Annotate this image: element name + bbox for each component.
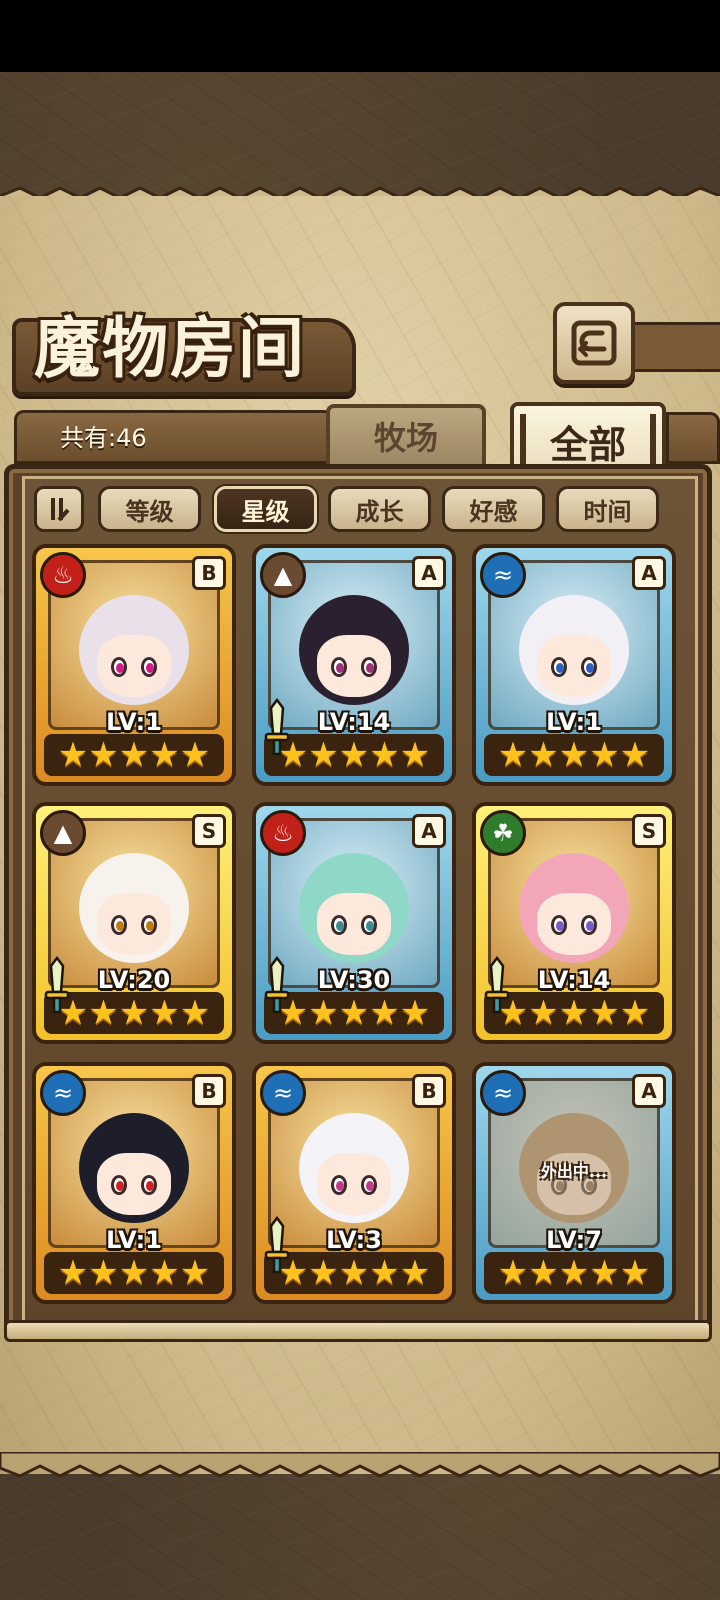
sort-time-button[interactable]: 时间 <box>556 486 659 532</box>
monster-level: LV:7 <box>546 1226 602 1254</box>
mountain-icon: ▲ <box>260 552 306 598</box>
rank-badge: B <box>192 1074 226 1108</box>
monster-portrait <box>79 595 189 705</box>
monster-level: LV:30 <box>317 966 391 994</box>
monster-card[interactable]: ☘ S LV:14 ★★★★★ <box>472 802 676 1044</box>
panel-zigzag-bottom <box>0 1452 720 1478</box>
rank-badge: S <box>632 814 666 848</box>
monster-eye <box>141 915 157 935</box>
leaf-icon: ☘ <box>480 810 526 856</box>
fire-icon: ♨ <box>40 552 86 598</box>
monster-eye <box>111 657 127 677</box>
monster-level: LV:1 <box>106 708 162 736</box>
sort-star-button[interactable]: 星级 <box>214 486 317 532</box>
monster-portrait <box>299 853 409 963</box>
monster-count: 共有:46 <box>60 424 147 452</box>
monster-eye <box>141 1175 157 1195</box>
monster-eye <box>331 915 347 935</box>
board-bottom-rail <box>4 1320 712 1342</box>
monster-card[interactable]: ▲ S LV:20 ★★★★★ <box>32 802 236 1044</box>
monster-card[interactable]: ≈ A LV:1 ★★★★★ <box>472 544 676 786</box>
star-rating: ★★★★★ <box>44 1252 224 1294</box>
rank-badge: A <box>632 1074 666 1108</box>
monster-eye <box>581 657 597 677</box>
fire-icon: ♨ <box>260 810 306 856</box>
sort-order-toggle[interactable] <box>34 486 84 532</box>
monster-eye <box>141 657 157 677</box>
water-icon: ≈ <box>40 1070 86 1116</box>
tab-edge <box>666 412 720 464</box>
monster-portrait <box>299 1113 409 1223</box>
monster-level: LV:3 <box>326 1226 382 1254</box>
star-rating: ★★★★★ <box>484 1252 664 1294</box>
monster-card[interactable]: ♨ B LV:1 ★★★★★ <box>32 544 236 786</box>
monster-eye <box>331 657 347 677</box>
back-button[interactable] <box>553 302 635 384</box>
monster-eye <box>111 1175 127 1195</box>
monster-eye <box>111 915 127 935</box>
monster-portrait <box>79 1113 189 1223</box>
back-rail <box>628 322 720 372</box>
rank-badge: S <box>192 814 226 848</box>
monster-eye <box>361 915 377 935</box>
rank-badge: B <box>412 1074 446 1108</box>
monster-portrait <box>79 853 189 963</box>
water-icon: ≈ <box>480 552 526 598</box>
monster-level: LV:14 <box>537 966 611 994</box>
monster-portrait <box>519 595 629 705</box>
monster-portrait <box>519 853 629 963</box>
monster-level: LV:14 <box>317 708 391 736</box>
water-icon: ≈ <box>480 1070 526 1116</box>
rank-badge: A <box>412 556 446 590</box>
sort-growth-button[interactable]: 成长 <box>328 486 431 532</box>
monster-eye <box>331 1175 347 1195</box>
monster-level: LV:1 <box>106 1226 162 1254</box>
rank-badge: B <box>192 556 226 590</box>
page-title: 魔物房间 <box>34 309 306 387</box>
status-bar <box>0 0 720 72</box>
monster-card[interactable]: ♨ A LV:30 ★★★★★ <box>252 802 456 1044</box>
monster-level: LV:1 <box>546 708 602 736</box>
monster-eye <box>361 1175 377 1195</box>
water-icon: ≈ <box>260 1070 306 1116</box>
monster-card[interactable]: ≈ B LV:3 ★★★★★ <box>252 1062 456 1304</box>
monster-card[interactable]: ≈ B LV:1 ★★★★★ <box>32 1062 236 1304</box>
star-rating: ★★★★★ <box>484 734 664 776</box>
sort-level-button[interactable]: 等级 <box>98 486 201 532</box>
back-arrow-icon <box>571 320 617 366</box>
monster-eye <box>361 657 377 677</box>
monster-card[interactable]: ▲ A LV:14 ★★★★★ <box>252 544 456 786</box>
monster-level: LV:20 <box>97 966 171 994</box>
tab-farm[interactable]: 牧场 <box>326 404 486 464</box>
monster-eye <box>581 915 597 935</box>
rank-badge: A <box>412 814 446 848</box>
star-rating: ★★★★★ <box>44 734 224 776</box>
mountain-icon: ▲ <box>40 810 86 856</box>
sort-order-icon <box>51 498 70 522</box>
monster-eye <box>551 657 567 677</box>
monster-portrait <box>299 595 409 705</box>
away-status: 外出中... <box>540 1162 608 1181</box>
monster-eye <box>551 915 567 935</box>
sort-favor-button[interactable]: 好感 <box>442 486 545 532</box>
rank-badge: A <box>632 556 666 590</box>
monster-card[interactable]: ≈ A 外出中... LV:7 ★★★★★ <box>472 1062 676 1304</box>
